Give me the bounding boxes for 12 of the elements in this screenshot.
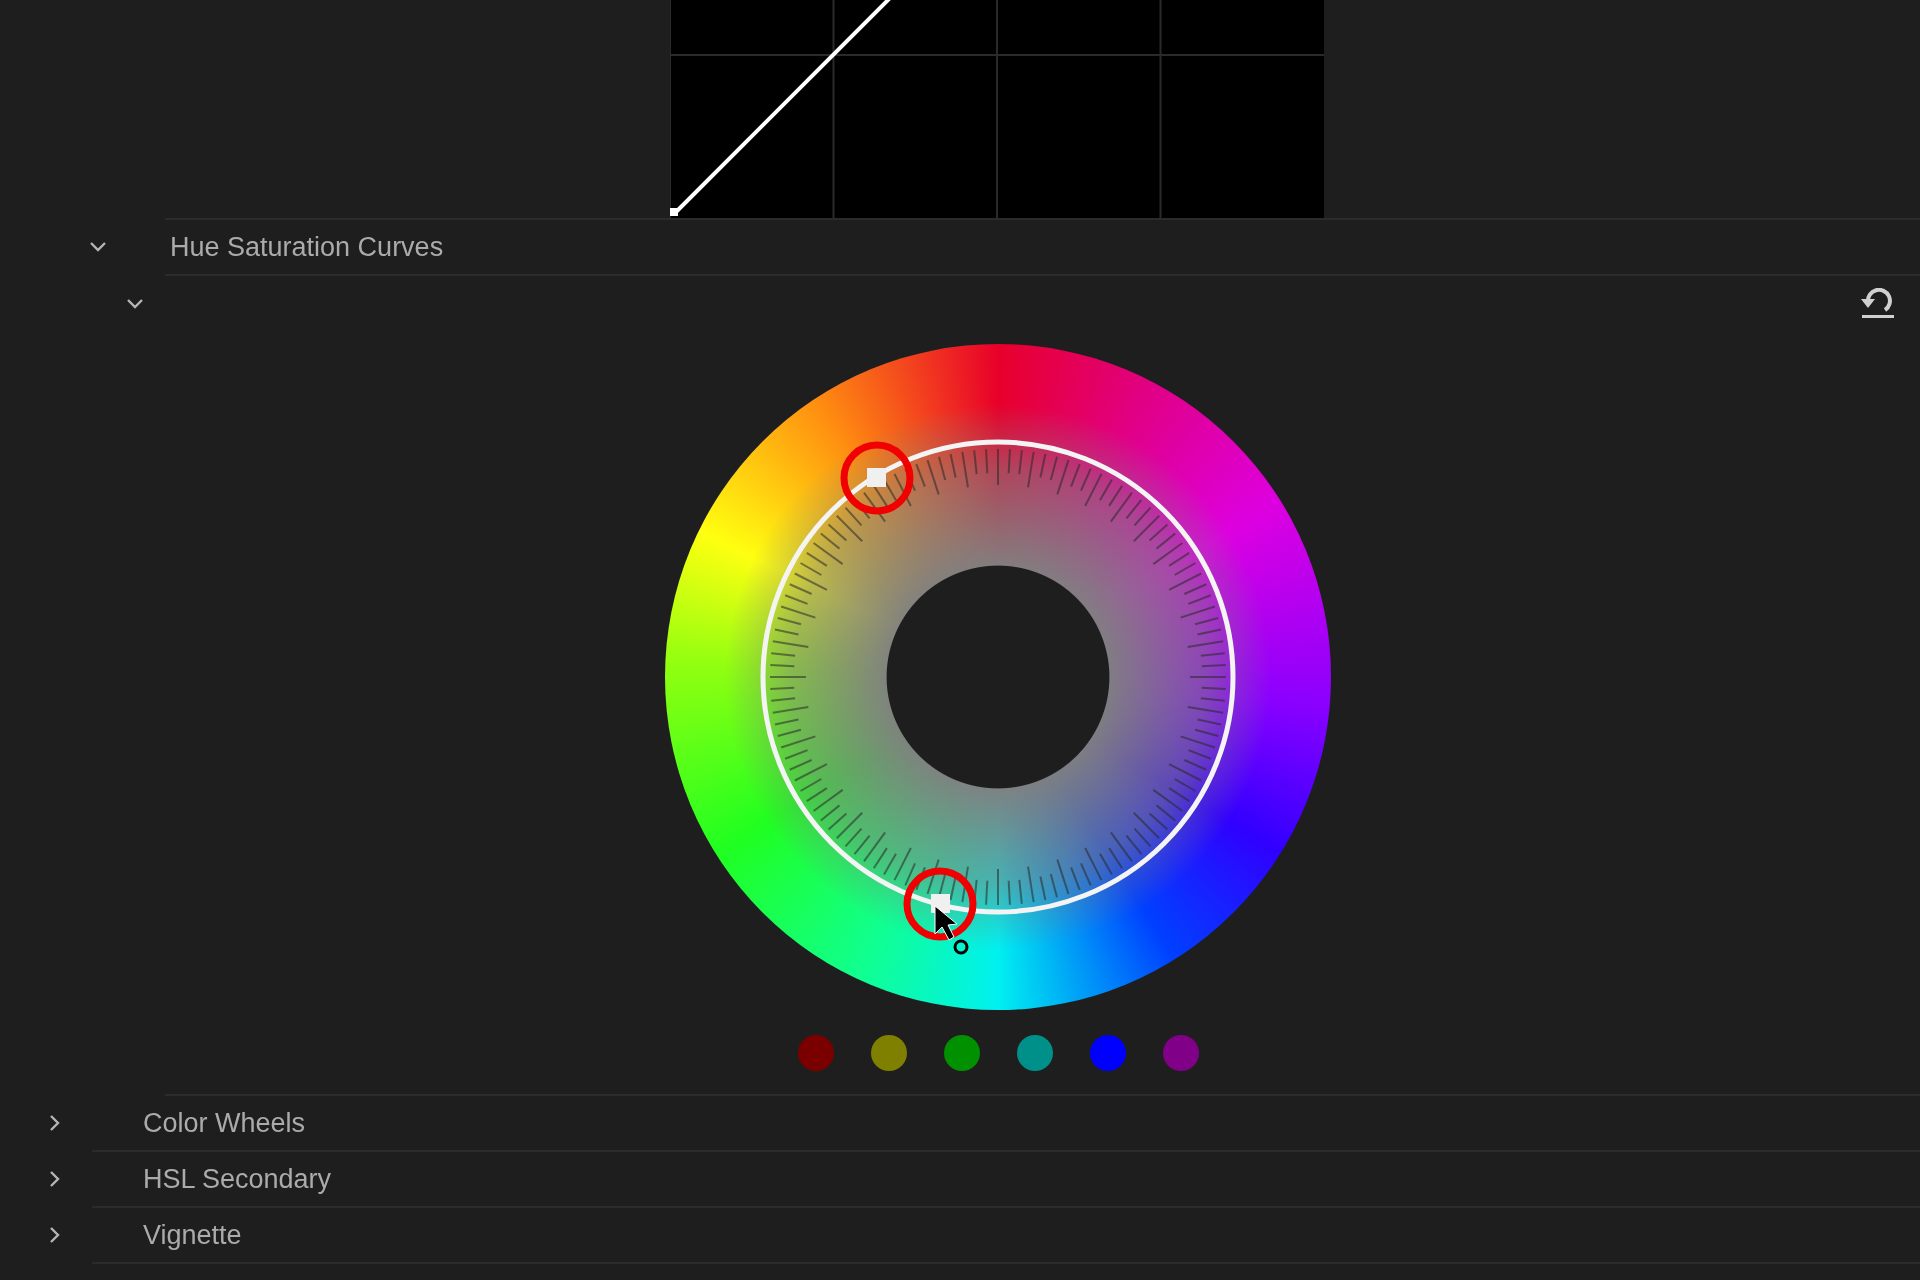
- color-swatch[interactable]: [1162, 1035, 1199, 1071]
- color-swatch[interactable]: [797, 1035, 834, 1071]
- section-title[interactable]: Color Wheels: [143, 1107, 306, 1139]
- section-title[interactable]: HSL Secondary: [143, 1163, 332, 1195]
- color-swatch[interactable]: [943, 1035, 980, 1071]
- color-swatch[interactable]: [1016, 1035, 1053, 1071]
- section-title[interactable]: Hue Saturation Curves: [170, 231, 444, 263]
- reset-icon[interactable]: [1860, 287, 1896, 320]
- color-swatch[interactable]: [870, 1035, 907, 1071]
- cursor-icon: [934, 905, 969, 955]
- section-title[interactable]: Vignette: [143, 1219, 242, 1251]
- color-swatch[interactable]: [1089, 1035, 1126, 1071]
